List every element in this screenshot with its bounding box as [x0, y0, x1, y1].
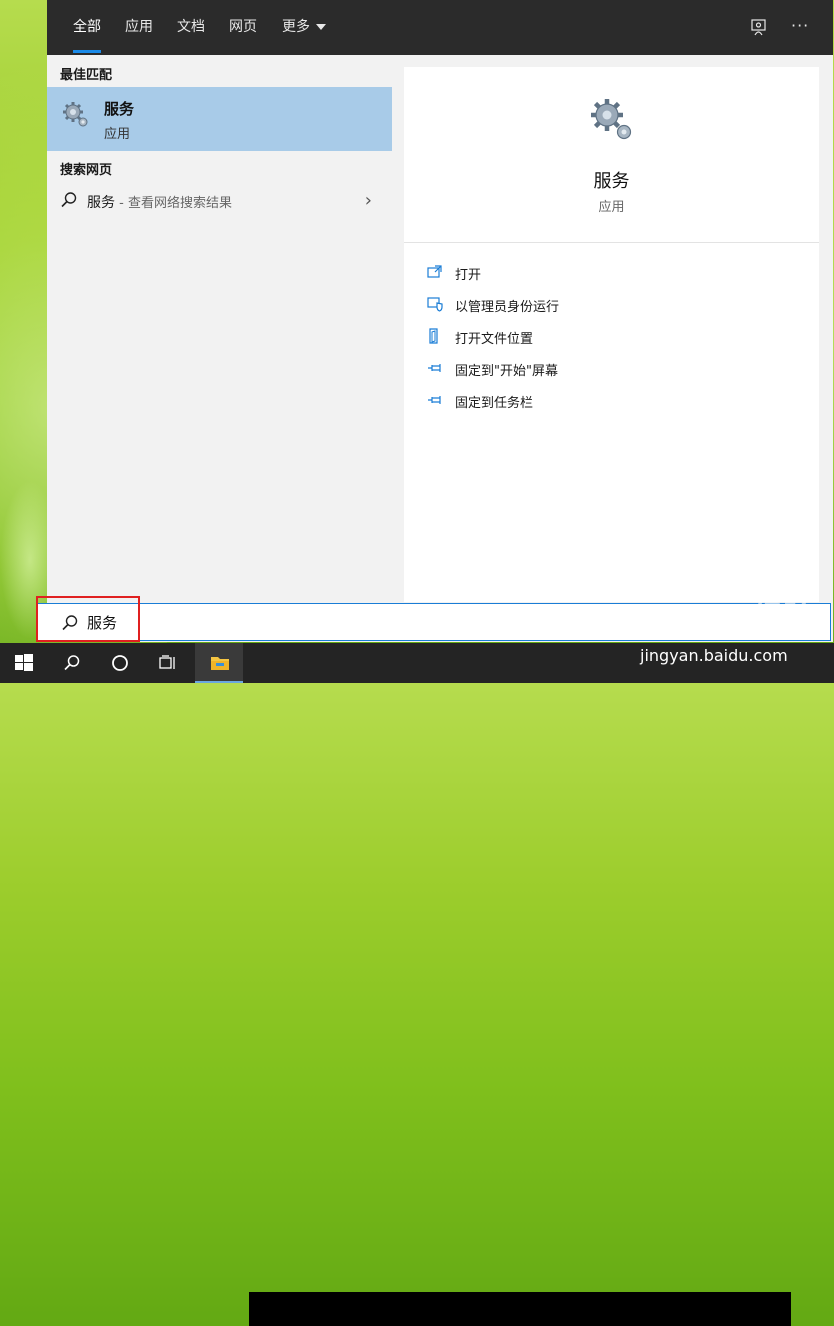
- results-list: 最佳匹配 服务 应用 搜索网页 服务 - 查看网络搜索结果 ›: [47, 55, 392, 602]
- search-icon: [60, 191, 78, 213]
- taskbar-redacted-area: [249, 1292, 791, 1326]
- file-location-icon: [426, 327, 444, 345]
- tab-apps[interactable]: 应用: [125, 0, 153, 55]
- best-match-item[interactable]: 服务 应用: [47, 87, 392, 151]
- search-scope-bar: 全部 应用 文档 网页 更多 ···: [47, 0, 833, 55]
- more-options-icon[interactable]: ···: [791, 16, 809, 35]
- best-match-subtitle: 应用: [104, 127, 131, 142]
- action-open-file-location-label: 打开文件位置: [455, 332, 534, 347]
- baidu-jingyan-watermark: Baidu 经验 jingyan.baidu.com: [620, 582, 820, 672]
- services-gear-icon: [589, 97, 635, 143]
- feedback-icon[interactable]: [750, 18, 768, 40]
- pin-icon: [426, 359, 444, 377]
- run-as-admin-icon: [426, 295, 444, 313]
- watermark-logo: Baidu 经验: [640, 600, 815, 635]
- start-search-panel: 全部 应用 文档 网页 更多 ··· 最佳匹配 服务 应用 搜索网页 服务 - …: [47, 0, 833, 642]
- open-icon: [426, 263, 444, 281]
- task-view-icon[interactable]: [144, 643, 192, 683]
- web-search-result[interactable]: 服务 - 查看网络搜索结果 ›: [47, 185, 392, 217]
- detail-subtitle: 应用: [598, 200, 625, 215]
- tab-more[interactable]: 更多: [282, 0, 326, 55]
- tab-documents[interactable]: 文档: [177, 0, 205, 55]
- search-icon[interactable]: [48, 643, 96, 683]
- best-match-heading: 最佳匹配: [60, 68, 113, 83]
- action-pin-to-taskbar-label: 固定到任务栏: [455, 396, 534, 411]
- tab-web[interactable]: 网页: [229, 0, 257, 55]
- tab-all[interactable]: 全部: [73, 0, 101, 55]
- windows-start-icon[interactable]: [0, 643, 48, 683]
- action-run-as-admin-label: 以管理员身份运行: [455, 300, 560, 315]
- web-search-heading: 搜索网页: [60, 163, 113, 178]
- file-explorer-icon[interactable]: [195, 643, 243, 683]
- web-search-hint: - 查看网络搜索结果: [115, 196, 232, 211]
- tab-web-label: 网页: [229, 19, 257, 35]
- caret-down-icon: [316, 24, 326, 30]
- services-gear-icon: [62, 101, 90, 129]
- chevron-right-icon[interactable]: ›: [365, 190, 372, 211]
- active-tab-indicator: [73, 50, 101, 53]
- web-search-query: 服务: [87, 195, 115, 211]
- highlight-annotation-box: [36, 596, 140, 642]
- tab-more-label: 更多: [282, 19, 310, 35]
- detail-title: 服务: [593, 171, 630, 192]
- cortana-icon[interactable]: [96, 643, 144, 683]
- watermark-url: jingyan.baidu.com: [640, 646, 788, 665]
- action-open-label: 打开: [455, 268, 482, 283]
- web-search-text: 服务 - 查看网络搜索结果: [87, 192, 232, 212]
- tab-apps-label: 应用: [125, 19, 153, 35]
- action-pin-to-start-label: 固定到"开始"屏幕: [455, 364, 558, 379]
- tab-documents-label: 文档: [177, 19, 205, 35]
- best-match-title: 服务: [104, 100, 135, 118]
- tab-all-label: 全部: [73, 19, 101, 35]
- detail-pane: 服务 应用 打开 以管理员身份运行 打开文件位置 固定到"开始"屏幕 固定到任务…: [404, 67, 819, 602]
- pin-icon: [426, 391, 444, 409]
- detail-header: 服务 应用: [404, 67, 819, 243]
